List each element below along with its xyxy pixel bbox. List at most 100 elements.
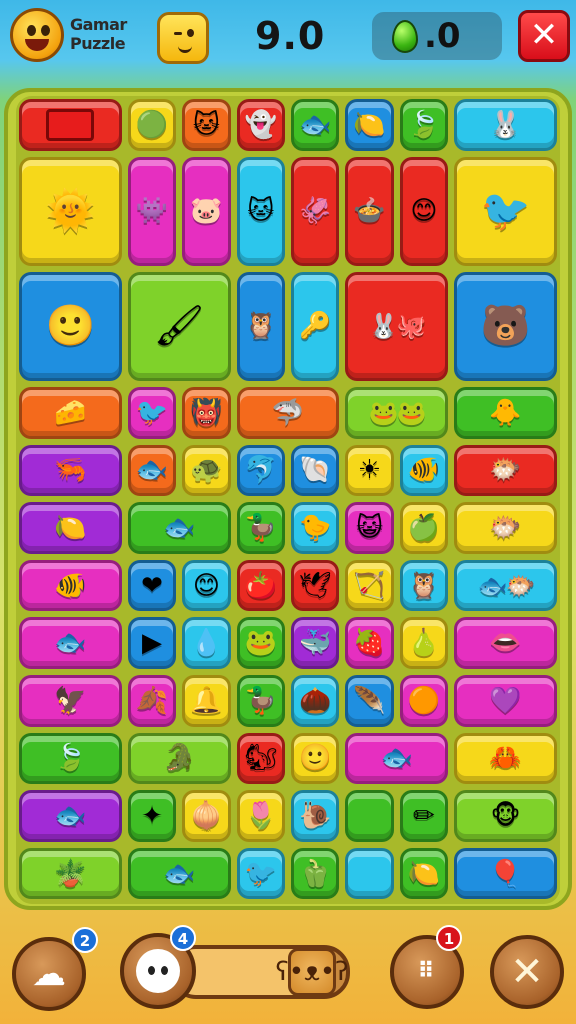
tile[interactable]: 🦈: [236, 387, 340, 439]
tile[interactable]: 🐳: [291, 617, 340, 669]
tile[interactable]: 🔔: [182, 675, 231, 727]
tile[interactable]: 🐵: [454, 790, 557, 842]
tile[interactable]: 🏹: [345, 559, 394, 612]
tools-button[interactable]: ✕: [490, 935, 564, 1009]
tile[interactable]: 🐟: [127, 502, 231, 554]
tile[interactable]: 🍃: [399, 99, 449, 151]
tile[interactable]: 🐟: [19, 790, 122, 842]
tile[interactable]: 🐦: [236, 847, 285, 900]
tile[interactable]: 👻: [236, 99, 285, 151]
tile[interactable]: 🕊: [291, 559, 340, 612]
tile[interactable]: 😊: [182, 559, 231, 612]
tile[interactable]: 🪴: [19, 847, 122, 900]
tile[interactable]: 😊: [399, 156, 449, 266]
tile[interactable]: 🖌: [127, 271, 231, 381]
tile[interactable]: 🍋: [345, 99, 394, 151]
ghost-icon: 👻: [244, 109, 277, 140]
tile[interactable]: 🍅: [236, 559, 285, 612]
tile[interactable]: 🐠: [19, 559, 122, 612]
tile[interactable]: 🐟🐡: [454, 559, 557, 612]
tile[interactable]: 🐻: [454, 271, 557, 381]
close-button[interactable]: ✕: [518, 10, 570, 62]
triangle-icon: ▶: [141, 628, 162, 659]
tile[interactable]: 🐡: [454, 502, 557, 554]
tile[interactable]: ✏: [399, 790, 449, 842]
smiley-icon: 🙂: [299, 743, 332, 774]
game-board: 🟢 🐱 👻 🐟 🍋 🍃 🐰 🌞 👾 🐷 🐱 🦑 🍲 😊 🐦 🙂 🖌 🦉 🔑 🐰🐙 🐻 🧀 🐦 👹 🦈 🐸🐸 🐥 🦐 🐟 🐢 🐬 🐚 ☀ 🐠 🐡 🍋 🐟 🦆…: [16, 96, 560, 904]
drop-icon: 💧: [190, 628, 223, 659]
tile[interactable]: 🟠: [399, 675, 449, 727]
player-avatar[interactable]: [157, 12, 209, 64]
tile[interactable]: 🐡: [454, 444, 557, 497]
tile[interactable]: ▶: [127, 617, 177, 669]
tile[interactable]: 🦆: [236, 675, 285, 727]
tile[interactable]: 🧀: [19, 387, 122, 439]
tile[interactable]: 🦆: [236, 502, 285, 554]
tile[interactable]: ✦: [127, 790, 177, 842]
tile[interactable]: 🦅: [19, 675, 122, 727]
tile[interactable]: 🐬: [236, 444, 285, 497]
tile[interactable]: 🐤: [291, 502, 340, 554]
tile[interactable]: 🐰🐙: [345, 271, 449, 381]
tile[interactable]: 🐟: [127, 444, 177, 497]
tile[interactable]: ❤: [127, 559, 177, 612]
tile[interactable]: 🌞: [19, 156, 122, 266]
tile[interactable]: 🐢: [182, 444, 231, 497]
tile[interactable]: ☀: [345, 444, 394, 497]
sun-icon: ☀: [357, 455, 382, 486]
tile[interactable]: 😺: [345, 502, 394, 554]
tile[interactable]: 🍏: [399, 502, 449, 554]
tile[interactable]: 🍐: [399, 617, 449, 669]
tile[interactable]: 🐱: [182, 99, 231, 151]
tile[interactable]: 🐠: [399, 444, 449, 497]
feather-icon: 🪶: [353, 685, 386, 716]
tile[interactable]: 🎈: [454, 847, 557, 900]
tile[interactable]: 🐷: [182, 156, 231, 266]
tile[interactable]: 🍋: [19, 502, 122, 554]
tile[interactable]: 🙂: [291, 732, 340, 785]
tile[interactable]: 💧: [182, 617, 231, 669]
tile[interactable]: 🍃: [19, 732, 122, 785]
tile[interactable]: 🐸: [236, 617, 285, 669]
tile[interactable]: 🐿: [236, 732, 285, 785]
tile[interactable]: 🐌: [291, 790, 340, 842]
tile[interactable]: 🐟: [291, 99, 340, 151]
tile[interactable]: 🌰: [291, 675, 340, 727]
tile[interactable]: 🍲: [345, 156, 394, 266]
tile[interactable]: 🦀: [454, 732, 557, 785]
tile[interactable]: 🐚: [291, 444, 340, 497]
tile[interactable]: 🟢: [127, 99, 177, 151]
tile[interactable]: 🦉: [236, 271, 285, 381]
tile[interactable]: 🙂: [19, 271, 122, 381]
tile[interactable]: [345, 790, 394, 842]
tile[interactable]: 🐦: [127, 387, 177, 439]
tile[interactable]: 🐰: [454, 99, 557, 151]
berry-icon: 🍓: [353, 628, 386, 659]
tile[interactable]: 🍂: [127, 675, 177, 727]
tile[interactable]: 👹: [182, 387, 231, 439]
tile[interactable]: 💜: [454, 675, 557, 727]
tile[interactable]: 🪶: [345, 675, 394, 727]
tile[interactable]: 🐱: [236, 156, 285, 266]
tile[interactable]: 🐟: [19, 617, 122, 669]
tile[interactable]: 🧅: [182, 790, 231, 842]
tile[interactable]: 🌷: [236, 790, 285, 842]
tile[interactable]: 🐸🐸: [345, 387, 449, 439]
tile[interactable]: 🫑: [291, 847, 340, 900]
tile[interactable]: 🦑: [291, 156, 340, 266]
tile[interactable]: 👾: [127, 156, 177, 266]
tile[interactable]: 🔑: [291, 271, 340, 381]
tile[interactable]: 🐥: [454, 387, 557, 439]
tile[interactable]: 👄: [454, 617, 557, 669]
tile[interactable]: [345, 847, 394, 900]
tile[interactable]: 🐟: [127, 847, 231, 900]
tile[interactable]: 🦐: [19, 444, 122, 497]
pepper-icon: 🫑: [299, 858, 332, 889]
tile[interactable]: 🐦: [454, 156, 557, 266]
tile[interactable]: [19, 99, 122, 151]
tile[interactable]: 🍋: [399, 847, 449, 900]
tile[interactable]: 🐟: [345, 732, 449, 785]
tile[interactable]: 🦉: [399, 559, 449, 612]
tile[interactable]: 🍓: [345, 617, 394, 669]
tile[interactable]: 🐊: [127, 732, 231, 785]
